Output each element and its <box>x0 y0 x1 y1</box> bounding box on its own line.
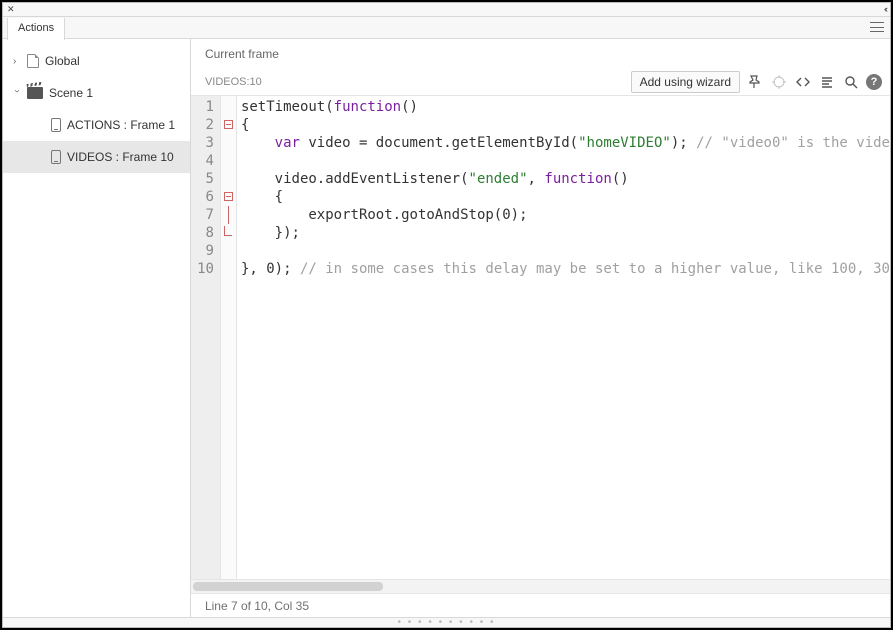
fold-gutter <box>221 96 237 579</box>
editor-toolbar: VIDEOS:10 Add using wizard ? <box>191 69 890 95</box>
frame-path-label: VIDEOS:10 <box>205 76 262 88</box>
frame-icon <box>51 150 61 164</box>
fold-line-icon <box>228 206 229 224</box>
panel-menu-icon[interactable] <box>870 22 884 32</box>
search-icon[interactable] <box>842 73 860 91</box>
tree-global[interactable]: › Global <box>3 45 190 77</box>
code-editor-pane: Current frame VIDEOS:10 Add using wizard <box>191 39 890 617</box>
tab-actions[interactable]: Actions <box>7 18 65 40</box>
clapperboard-icon <box>27 87 43 99</box>
line-no: 9 <box>191 242 214 260</box>
tree-frame-videos[interactable]: VIDEOS : Frame 10 <box>3 141 190 173</box>
fold-end-icon <box>224 226 232 236</box>
scroll-thumb[interactable] <box>193 582 383 591</box>
page-icon <box>27 54 39 68</box>
target-icon <box>770 73 788 91</box>
line-gutter: 1 2 3 4 5 6 7 8 9 10 <box>191 96 221 579</box>
status-bar: Line 7 of 10, Col 35 <box>191 593 890 617</box>
collapse-panel-icon[interactable]: ‹‹ <box>884 5 886 14</box>
cursor-position-label: Line 7 of 10, Col 35 <box>205 599 309 613</box>
grip-icon: • • • • • • • • • • <box>397 618 495 628</box>
tree-scene[interactable]: › Scene 1 <box>3 77 190 109</box>
line-no: 10 <box>191 260 214 278</box>
tree-frame-actions[interactable]: ACTIONS : Frame 1 <box>3 109 190 141</box>
add-using-wizard-button[interactable]: Add using wizard <box>631 71 740 93</box>
tree-label: VIDEOS : Frame 10 <box>67 150 174 164</box>
pin-icon[interactable] <box>746 73 764 91</box>
code-icon[interactable] <box>794 73 812 91</box>
fold-toggle-icon[interactable] <box>224 120 233 129</box>
tree-label: Scene 1 <box>49 86 93 100</box>
frame-icon <box>51 118 61 132</box>
breadcrumb: Current frame <box>191 39 890 69</box>
help-icon[interactable]: ? <box>866 74 882 90</box>
panel-body: › Global › Scene 1 ACTIONS : Frame 1 VID… <box>3 39 890 617</box>
format-icon[interactable] <box>818 73 836 91</box>
script-navigator: › Global › Scene 1 ACTIONS : Frame 1 VID… <box>3 39 191 617</box>
panel-titlebar: ✕ ‹‹ <box>3 3 890 17</box>
code-text[interactable]: setTimeout(function(){ var video = docum… <box>237 96 890 579</box>
tab-label: Actions <box>18 22 54 34</box>
chevron-right-icon: › <box>13 56 21 67</box>
line-no: 4 <box>191 152 214 170</box>
line-no: 7 <box>191 206 214 224</box>
line-no: 5 <box>191 170 214 188</box>
chevron-down-icon: › <box>12 89 23 97</box>
actions-panel: ✕ ‹‹ Actions › Global › Scene 1 ACTIONS … <box>2 2 891 628</box>
line-no: 3 <box>191 134 214 152</box>
breadcrumb-label: Current frame <box>205 47 279 61</box>
line-no: 6 <box>191 188 214 206</box>
tree-label: ACTIONS : Frame 1 <box>67 118 175 132</box>
line-no: 8 <box>191 224 214 242</box>
tab-bar: Actions <box>3 17 890 39</box>
tree-label: Global <box>45 54 80 68</box>
line-no: 2 <box>191 116 214 134</box>
line-no: 1 <box>191 98 214 116</box>
horizontal-scrollbar[interactable] <box>191 579 890 593</box>
code-area[interactable]: 1 2 3 4 5 6 7 8 9 10 <box>191 95 890 579</box>
close-panel-icon[interactable]: ✕ <box>7 5 15 14</box>
fold-toggle-icon[interactable] <box>224 192 233 201</box>
resize-grip[interactable]: • • • • • • • • • • <box>3 617 890 627</box>
